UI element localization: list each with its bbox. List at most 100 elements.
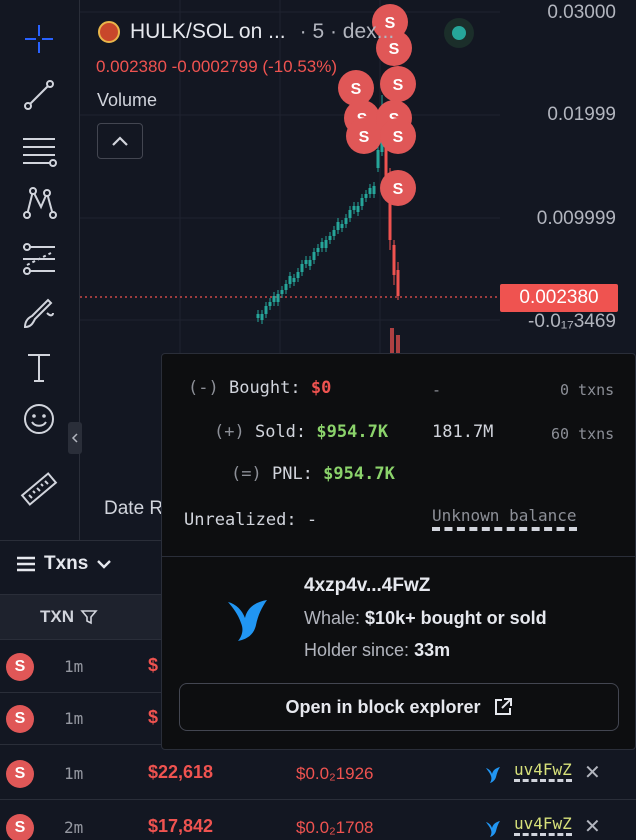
txn-usd: $ [148,707,159,727]
txn-age: 1m [64,764,84,783]
txn-column-header[interactable]: TXN [40,607,98,627]
crosshair-tool[interactable] [16,16,62,62]
ruler-tool[interactable] [16,466,62,512]
candle-body [336,222,340,230]
candle-body [268,302,272,306]
candle-body [396,270,400,296]
explorer-button-label: Open in block explorer [285,696,481,717]
candle-body [312,252,316,260]
candle-body [304,260,308,264]
candle-body [308,260,312,266]
sell-badge: S [6,705,34,733]
live-status-icon [444,18,474,48]
candle-body [280,290,284,294]
txn-column-label: TXN [40,607,74,626]
ruler-icon [20,472,58,506]
holder-since: Holder since: 33m [304,640,450,661]
price-change: -0.0002799 (-10.53%) [171,57,338,76]
sell-marker-label: S [393,77,404,94]
filter-icon[interactable] [80,608,98,626]
axis-label-top: 0.03000 [547,2,616,23]
txns-tab[interactable]: Txns [16,553,112,575]
txns-tab-label: Txns [44,553,89,574]
candle-body [276,294,280,302]
sold-label: Sold: [254,422,307,442]
candle-body [392,245,396,275]
holder-prefix: Holder since: [304,640,410,660]
candle-body [296,272,300,278]
candle-body [344,218,348,224]
candle-body [372,186,376,194]
bought-prefix: (-) [188,378,219,398]
close-icon[interactable]: ✕ [584,814,601,839]
sell-marker-label: S [393,129,404,146]
volume-label: Volume [97,90,158,110]
candle-body [368,188,372,194]
drawing-toolbar [0,0,80,540]
timeframe-label: · 5 · dex... [299,20,395,43]
sold-amount: 181.7M [432,422,494,442]
token-logo-icon [98,21,120,43]
popover-divider [162,556,636,557]
brush-tool[interactable] [16,290,62,336]
whale-icon [486,821,500,837]
whale-icon [228,600,267,641]
maker-address[interactable]: uv4FwZ [514,814,572,836]
whale-value: $10k+ bought or sold [365,608,547,628]
fib-tool[interactable] [16,126,62,172]
table-row[interactable]: S 1m $22,618 $0.0₂1926 uv4FwZ ✕ [0,748,636,800]
whale-description: Whale: $10k+ bought or sold [304,608,547,629]
candle-body [288,276,292,284]
chevron-left-icon [71,433,78,443]
current-price: 0.002380 [96,57,167,76]
unrealized-label: Unrealized: [184,510,297,530]
panel-toggle-button[interactable] [68,422,82,454]
date-range-label[interactable]: Date R [104,498,163,520]
emoji-tool[interactable] [16,396,62,442]
forecast-tool[interactable] [16,236,62,282]
candle-body [356,206,360,212]
pattern-tool[interactable] [16,180,62,226]
pair-title: HULK/SOL on ... [130,20,286,43]
pattern-icon [23,187,57,219]
txn-usd: $ [148,655,159,675]
wallet-popover: (-) Bought: $0 - 0 txns (+) Sold: $954.7… [161,353,636,750]
table-row[interactable]: S 2m $17,842 $0.0₂1708 uv4FwZ ✕ [0,802,636,840]
trend-line-tool[interactable] [16,72,62,118]
maker-address[interactable]: uv4FwZ [514,760,572,782]
pnl-label: PNL: [271,464,313,484]
text-tool[interactable] [16,344,62,390]
text-icon [28,354,50,382]
candle-body [316,248,320,252]
txn-usd: $17,842 [148,816,214,836]
price-readout: 0.002380 -0.0002799 (-10.53%) [96,57,337,77]
last-price-badge: 0.002380 [500,284,618,312]
sell-marker-label: S [393,181,404,198]
axis-label-2: 0.01999 [547,104,616,125]
wallet-address[interactable]: 4xzp4v...4FwZ [304,575,430,597]
sold-line: (+) Sold: $954.7K [214,422,388,442]
txn-price: $0.0₂1926 [296,764,374,783]
candle-body [360,198,364,206]
sell-badge: S [6,814,34,840]
menu-icon [17,556,35,572]
chevron-up-icon [112,136,128,146]
emoji-icon [24,404,54,434]
chart-title: HULK/SOL on ... · 5 · dex... [98,20,394,44]
close-icon[interactable]: ✕ [584,760,601,785]
candle-body [332,230,336,236]
chevron-down-icon [97,560,112,569]
sold-txns: 60 txns [551,425,615,443]
collapse-indicators-button[interactable] [97,123,143,159]
bought-txns: 0 txns [560,381,615,399]
open-block-explorer-button[interactable]: Open in block explorer [179,683,619,731]
candle-body [320,242,324,248]
sell-marker-label: S [359,129,370,146]
candle-body [260,314,264,320]
forecast-icon [23,243,55,275]
whale-prefix: Whale: [304,608,361,628]
pnl-line: (=) PNL: $954.7K [231,464,395,484]
unknown-balance-link[interactable]: Unknown balance [432,506,577,531]
trend-line-icon [24,80,54,110]
candle-body [324,240,328,248]
